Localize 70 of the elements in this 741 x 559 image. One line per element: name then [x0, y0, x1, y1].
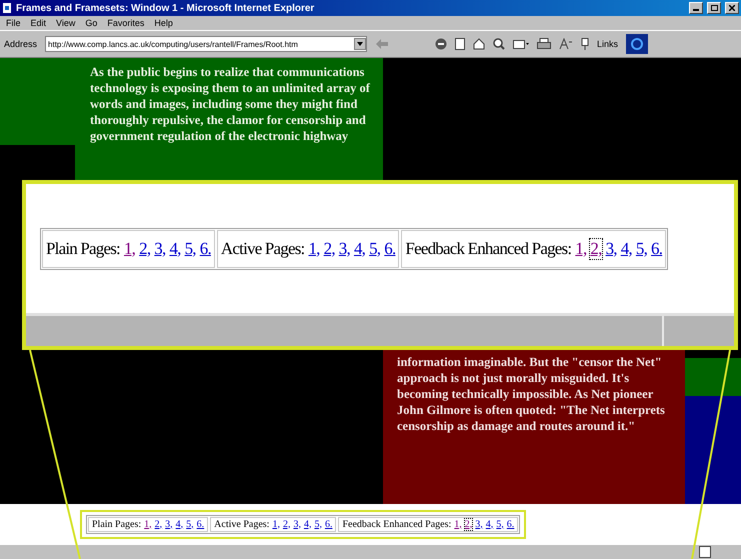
page-link[interactable]: 6.: [196, 518, 204, 530]
page-link[interactable]: 6.: [384, 238, 396, 258]
page-link[interactable]: 2,: [590, 238, 602, 258]
close-button[interactable]: [725, 2, 739, 14]
document-icon[interactable]: [455, 38, 466, 50]
page-link[interactable]: 4,: [354, 238, 366, 258]
page-link[interactable]: 5,: [314, 518, 322, 530]
page-link[interactable]: 2,: [324, 238, 335, 258]
caret-icon: [357, 42, 364, 46]
page-link[interactable]: 4,: [486, 518, 494, 530]
page-link[interactable]: 3,: [338, 238, 350, 258]
page-link[interactable]: 2,: [282, 518, 290, 530]
page-link[interactable]: 4,: [304, 518, 312, 530]
navigation-label: Feedback Enhanced Pages:: [405, 238, 572, 258]
navigation-label: Active Pages:: [214, 518, 270, 530]
address-field[interactable]: http://www.comp.lancs.ac.uk/computing/users/rantell/Frames/Root.htm: [45, 36, 368, 52]
menu-item[interactable]: Go: [85, 18, 98, 28]
menu-item[interactable]: Edit: [30, 18, 46, 28]
address-label: Address: [4, 39, 38, 49]
pin-icon[interactable]: [581, 38, 590, 50]
search-icon[interactable]: [493, 38, 506, 50]
menu-item[interactable]: File: [6, 18, 21, 28]
page-link[interactable]: 1,: [144, 518, 152, 530]
article-text: As the public begins to realize that communications technology is exposing them to an unlimited array of words and images, including some they might find thoroughly repulsive, the clamor for censorship and government regulation of the electronic highway: [90, 64, 371, 144]
links-label[interactable]: Links: [597, 39, 618, 49]
menu-item[interactable]: Help: [154, 18, 173, 28]
stop-icon[interactable]: [435, 38, 448, 50]
window-title: Frames and Framesets: Window 1 - Microsoft Internet Explorer: [16, 2, 316, 14]
navigation-label: Feedback Enhanced Pages:: [342, 518, 452, 530]
page-link[interactable]: 2,: [464, 518, 472, 530]
maximize-icon: [710, 5, 718, 11]
maximize-button[interactable]: [707, 2, 721, 14]
page-link[interactable]: 1,: [124, 238, 136, 258]
page-link[interactable]: 5,: [636, 238, 648, 258]
page-link[interactable]: 3,: [293, 518, 301, 530]
navigation-label: Plain Pages:: [46, 238, 120, 258]
page-link[interactable]: 5,: [184, 238, 196, 258]
home-icon[interactable]: [473, 38, 486, 50]
page-link[interactable]: 3,: [154, 238, 166, 258]
page-link[interactable]: 6.: [324, 518, 332, 530]
page-link[interactable]: 2,: [154, 518, 162, 530]
page-link[interactable]: 3,: [165, 518, 173, 530]
globe-icon: [631, 38, 644, 50]
page-link[interactable]: 4,: [176, 518, 184, 530]
page-link[interactable]: 6.: [200, 238, 211, 258]
page-link[interactable]: 1,: [308, 238, 320, 258]
close-icon: [729, 5, 735, 11]
page-link[interactable]: 4,: [620, 238, 632, 258]
page-icon: [2, 3, 12, 13]
navigation-label: Active Pages:: [220, 238, 304, 258]
page-link[interactable]: 1,: [272, 518, 280, 530]
menu-item[interactable]: View: [56, 18, 76, 28]
page-link[interactable]: 2,: [139, 238, 150, 258]
page-link[interactable]: 1,: [575, 238, 586, 258]
page-link[interactable]: 5,: [369, 238, 380, 258]
minimize-button[interactable]: [689, 2, 703, 14]
menu-item[interactable]: Favorites: [107, 18, 144, 28]
navigation-label: Plain Pages:: [92, 518, 142, 530]
page-link[interactable]: 4,: [169, 238, 181, 258]
print-icon[interactable]: [537, 38, 552, 50]
font-icon[interactable]: [559, 38, 574, 50]
page-link[interactable]: 6.: [506, 518, 514, 530]
article-text: information imaginable. But the "censor the Net" approach is not just morally misguided. It's becoming technically impossible. As Net pioneer John Gilmore is often quoted: "The Net interprets censorship as damage and routes around it.": [397, 354, 666, 434]
page-link[interactable]: 5,: [496, 518, 504, 530]
dropdown-button[interactable]: [354, 38, 366, 50]
page-link[interactable]: 5,: [186, 518, 194, 530]
page-link[interactable]: 3,: [475, 518, 483, 530]
page-link[interactable]: 1,: [454, 518, 462, 530]
page-link[interactable]: 3,: [606, 238, 617, 258]
page-link[interactable]: 6.: [651, 238, 662, 258]
